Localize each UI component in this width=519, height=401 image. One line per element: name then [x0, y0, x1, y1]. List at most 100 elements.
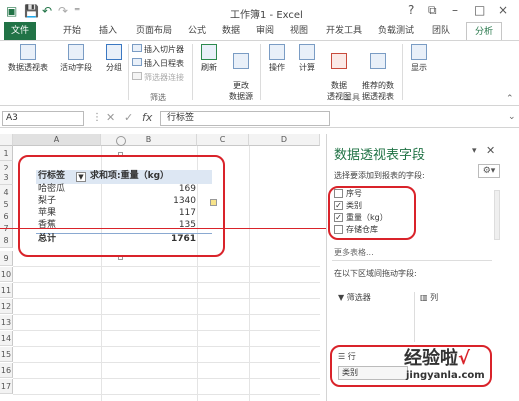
enter-icon[interactable]: ✓: [124, 111, 133, 124]
columns-icon: ▥: [420, 293, 431, 302]
filter-connections-icon: [132, 72, 142, 80]
excel-logo-icon: ▣: [6, 4, 18, 18]
filter-icon: ▼: [338, 293, 347, 302]
insert-slicer-button[interactable]: 插入切片器: [132, 44, 184, 55]
refresh-button[interactable]: 刷新: [196, 44, 222, 73]
ribbon-display-button[interactable]: ⧉: [428, 3, 437, 18]
more-tables-link[interactable]: 更多表格...: [334, 247, 374, 258]
annotation-box-pivot: [18, 155, 225, 257]
row-header[interactable]: 3: [0, 170, 13, 185]
recommended-pivot-icon: [370, 53, 386, 69]
change-source-icon: [233, 53, 249, 69]
ribbon-separator: [260, 44, 261, 100]
watermark-text: 经验啦√: [404, 348, 471, 369]
rotate-handle-icon[interactable]: [116, 136, 126, 146]
redo-icon[interactable]: ↷: [58, 4, 68, 18]
row-header[interactable]: 8: [0, 233, 13, 248]
expand-formula-icon[interactable]: ⌄: [508, 112, 516, 122]
column-header-c[interactable]: C: [197, 134, 249, 146]
row-header[interactable]: 11: [0, 283, 13, 298]
pane-title: 数据透视表字段: [334, 148, 426, 163]
insert-timeline-button[interactable]: 插入日程表: [132, 58, 184, 69]
select-all-corner[interactable]: [0, 134, 13, 146]
ribbon-separator: [402, 44, 403, 100]
change-source-button[interactable]: 更改 数据源: [224, 44, 258, 102]
tab-file[interactable]: 文件: [4, 22, 36, 40]
ribbon-separator: [128, 44, 129, 100]
save-icon[interactable]: 💾: [24, 4, 39, 18]
row-header[interactable]: 13: [0, 315, 13, 330]
timeline-icon: [132, 58, 142, 66]
name-box[interactable]: A3: [2, 111, 84, 126]
row-header[interactable]: 14: [0, 331, 13, 346]
calculations-button[interactable]: 计算: [294, 44, 320, 73]
active-field-icon: [68, 44, 84, 60]
row-header[interactable]: 17: [0, 379, 13, 394]
pane-dropdown-icon[interactable]: ▾: [472, 146, 477, 156]
grid-line: [13, 282, 320, 283]
collapse-ribbon-icon[interactable]: ⌃: [506, 94, 514, 104]
maximize-button[interactable]: □: [474, 3, 485, 17]
minimize-button[interactable]: –: [452, 3, 458, 17]
row-header[interactable]: 1: [0, 146, 13, 161]
tab-data[interactable]: 数据: [218, 22, 244, 40]
insert-function-icon[interactable]: fx: [142, 111, 152, 124]
grid-line: [13, 346, 320, 347]
field-list-scrollbar[interactable]: [494, 190, 500, 240]
tab-insert[interactable]: 插入: [94, 22, 122, 40]
filter-connections-button[interactable]: 筛选器连接: [132, 72, 184, 83]
slicer-icon: [132, 44, 142, 52]
active-field-button[interactable]: 活动字段: [56, 44, 96, 73]
tab-review[interactable]: 审阅: [252, 22, 278, 40]
grid-line: [13, 266, 320, 267]
calculations-icon: [299, 44, 315, 60]
tools-group-label: 工具: [344, 93, 360, 102]
window-title: 工作簿1 - Excel: [230, 10, 303, 21]
row-header[interactable]: 16: [0, 363, 13, 378]
refresh-icon: [201, 44, 217, 60]
formula-input[interactable]: 行标签: [160, 111, 330, 126]
recommended-pivot-button[interactable]: 推荐的数 据透视表: [358, 44, 398, 102]
customize-qat-icon[interactable]: ⁼: [74, 4, 80, 18]
tab-view[interactable]: 视图: [286, 22, 312, 40]
show-icon: [411, 44, 427, 60]
tab-formulas[interactable]: 公式: [184, 22, 210, 40]
row-header[interactable]: 15: [0, 347, 13, 362]
pane-close-icon[interactable]: ✕: [486, 144, 495, 157]
area-divider: [414, 292, 415, 342]
tab-home[interactable]: 开始: [58, 22, 86, 40]
ribbon-separator: [192, 44, 193, 100]
tab-developer[interactable]: 开发工具: [322, 22, 366, 40]
pivot-table-icon: [20, 44, 36, 60]
more-icon: ⋮: [92, 112, 102, 123]
column-header-a[interactable]: A: [13, 134, 101, 146]
grid-line: [13, 314, 320, 315]
annotation-box-fields: [328, 186, 416, 240]
row-header[interactable]: 10: [0, 267, 13, 282]
show-button[interactable]: 显示: [406, 44, 432, 73]
help-button[interactable]: ?: [408, 3, 414, 17]
row-header[interactable]: 12: [0, 299, 13, 314]
pivot-table-button[interactable]: 数据透视表: [6, 44, 50, 73]
grid-line: [13, 362, 320, 363]
ribbon-tabs: 文件 开始 插入 页面布局 公式 数据 审阅 视图 开发工具 负载测试 团队 分…: [0, 22, 519, 40]
pivot-chart-icon: [331, 53, 347, 69]
tab-page-layout[interactable]: 页面布局: [132, 22, 176, 40]
column-header-d[interactable]: D: [249, 134, 320, 146]
tab-team[interactable]: 团队: [428, 22, 454, 40]
title-bar: ▣ 💾 ↶ ↷ ⁼ 工作簿1 - Excel ? ⧉ – □ ×: [0, 0, 519, 24]
cancel-icon[interactable]: ✕: [106, 111, 115, 124]
gear-icon[interactable]: ⚙▾: [478, 164, 500, 178]
group-button[interactable]: 分组: [100, 44, 128, 73]
undo-icon[interactable]: ↶: [42, 4, 52, 18]
grid-line: [13, 330, 320, 331]
pane-divider: [332, 260, 492, 261]
columns-area-label: ▥ 列: [420, 293, 439, 302]
close-button[interactable]: ×: [498, 3, 508, 17]
row-header[interactable]: 9: [0, 251, 13, 266]
pane-subtitle: 选择要添加到报表的字段:: [334, 171, 425, 180]
grid-line: [13, 298, 320, 299]
actions-button[interactable]: 操作: [264, 44, 290, 73]
tab-analyze[interactable]: 分析: [466, 22, 502, 40]
tab-load-test[interactable]: 负载测试: [374, 22, 418, 40]
